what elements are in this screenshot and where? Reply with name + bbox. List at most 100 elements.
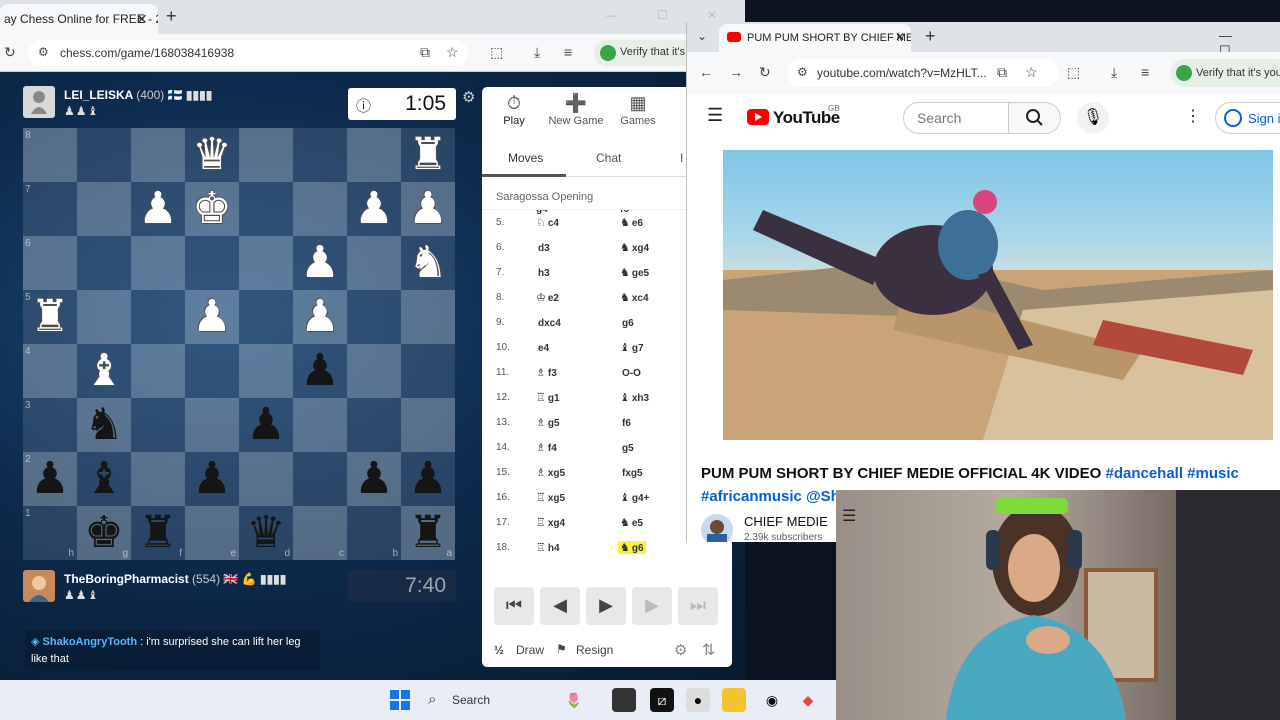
white-pawn-icon[interactable]: ♟ <box>300 295 339 339</box>
board-square[interactable] <box>77 128 131 182</box>
task-view-icon[interactable] <box>612 688 636 712</box>
white-pawn-icon[interactable]: ♟ <box>408 187 447 231</box>
microphone-icon[interactable]: 🎙 <box>1077 102 1109 134</box>
bottom-player-name[interactable]: TheBoringPharmacist (554) 🇬🇧 💪 ▮▮▮▮ <box>64 572 286 586</box>
white-rook-icon[interactable]: ♜ <box>408 133 447 177</box>
draw-button[interactable]: Draw <box>516 643 544 657</box>
reload-icon[interactable]: ↻ <box>4 44 16 61</box>
more-options-icon[interactable]: ⋮ <box>1185 106 1201 126</box>
board-square[interactable]: ♟ <box>401 452 455 506</box>
media-icon[interactable]: ≡ <box>564 44 572 60</box>
board-square[interactable] <box>185 236 239 290</box>
games-button[interactable]: ▦ Games <box>608 87 668 135</box>
board-square[interactable]: ♟ <box>293 344 347 398</box>
board-square[interactable] <box>347 290 401 344</box>
previous-move-button[interactable]: ◀ <box>540 587 580 625</box>
white-knight-icon[interactable]: ♞ <box>408 241 447 285</box>
board-square[interactable]: 3 <box>23 398 77 452</box>
play-button[interactable]: ⏱ Play <box>484 87 544 135</box>
black-move[interactable]: ♞ e6 <box>618 216 645 229</box>
black-bishop-icon[interactable]: ♝ <box>84 457 123 501</box>
board-square[interactable] <box>293 128 347 182</box>
board-square[interactable]: ♟ <box>293 236 347 290</box>
white-move[interactable]: e4 <box>536 341 549 354</box>
first-move-button[interactable]: ⏮ <box>494 587 534 625</box>
white-move[interactable]: ♗ xg5 <box>536 466 565 479</box>
board-square[interactable] <box>131 398 185 452</box>
black-move[interactable]: fxg5 <box>618 466 645 479</box>
board-square[interactable] <box>239 344 293 398</box>
extensions-icon[interactable]: ⬚ <box>490 44 503 61</box>
white-pawn-icon[interactable]: ♟ <box>138 187 177 231</box>
board-square[interactable] <box>131 344 185 398</box>
white-move[interactable]: ♖ h4 <box>536 541 560 554</box>
black-knight-icon[interactable]: ♞ <box>84 403 123 447</box>
board-square[interactable] <box>347 128 401 182</box>
board-square[interactable] <box>239 452 293 506</box>
white-move[interactable]: ♖ xg5 <box>536 491 565 504</box>
board-square[interactable]: ♞ <box>401 236 455 290</box>
play-moves-button[interactable]: ▶ <box>586 587 626 625</box>
youtube-tab[interactable]: PUM PUM SHORT BY CHIEF ME ✕ <box>719 24 911 52</box>
download-icon[interactable]: ⤓ <box>1111 64 1117 81</box>
video-player[interactable] <box>723 150 1273 440</box>
white-move[interactable]: ♗ f3 <box>536 366 557 379</box>
bookmark-star-icon[interactable]: ☆ <box>1025 64 1038 81</box>
black-pawn-icon[interactable]: ♟ <box>246 403 285 447</box>
next-move-button[interactable]: ▶ <box>632 587 672 625</box>
bookmark-star-icon[interactable]: ☆ <box>446 44 459 61</box>
bottom-player-avatar[interactable] <box>23 570 55 602</box>
black-rook-icon[interactable]: ♜ <box>138 511 177 555</box>
tab-moves[interactable]: Moves <box>508 151 543 165</box>
tab-info[interactable]: I <box>680 151 683 165</box>
hashtag-link[interactable]: #dancehall #music <box>1105 465 1238 482</box>
black-move[interactable]: g5 <box>618 441 636 454</box>
menu-icon[interactable]: ☰ <box>707 105 723 126</box>
window-controls[interactable]: — ☐ ✕ <box>606 8 735 22</box>
board-square[interactable]: ♝ <box>77 452 131 506</box>
board-square[interactable] <box>131 290 185 344</box>
analysis-icon[interactable]: ⚙ <box>674 641 687 659</box>
brave-icon[interactable]: ◆ <box>796 688 820 712</box>
board-square[interactable]: ♚ <box>185 182 239 236</box>
search-button[interactable] <box>1009 102 1061 134</box>
back-icon[interactable]: ← <box>699 64 713 80</box>
black-pawn-icon[interactable]: ♟ <box>300 349 339 393</box>
black-move[interactable]: ♝ xh3 <box>618 391 651 404</box>
board-square[interactable]: ♟ <box>131 182 185 236</box>
board-square[interactable]: ♟ <box>185 452 239 506</box>
board-square[interactable]: 7 <box>23 182 77 236</box>
board-square[interactable]: ♟ <box>239 398 293 452</box>
install-icon[interactable]: ⧉ <box>997 64 1007 81</box>
new-tab-icon[interactable]: + <box>925 26 936 47</box>
white-move[interactable]: ♖ g1 <box>536 391 560 404</box>
channel-avatar[interactable] <box>701 514 733 542</box>
reload-icon[interactable]: ↻ <box>759 64 771 81</box>
white-king-icon[interactable]: ♚ <box>192 187 231 231</box>
board-square[interactable]: ♟ <box>401 182 455 236</box>
board-square[interactable]: 2 ♟ <box>23 452 77 506</box>
black-rook-icon[interactable]: ♜ <box>408 511 447 555</box>
download-icon[interactable]: ⤓ <box>534 44 540 61</box>
white-move[interactable]: h3 <box>536 266 550 279</box>
board-square[interactable] <box>131 128 185 182</box>
black-move[interactable]: g6 <box>618 316 636 329</box>
black-queen-icon[interactable]: ♛ <box>246 511 285 555</box>
board-square[interactable] <box>131 452 185 506</box>
board-square[interactable] <box>293 452 347 506</box>
verify-button[interactable]: Verify that it's you <box>1170 59 1280 87</box>
white-pawn-icon[interactable]: ♟ <box>192 295 231 339</box>
board-square[interactable]: 6 <box>23 236 77 290</box>
board-square[interactable]: 1h <box>23 506 77 560</box>
black-move[interactable]: ♞ ge5 <box>618 266 651 279</box>
obs-icon[interactable]: ● <box>686 688 710 712</box>
url-field[interactable]: ⚙ chess.com/game/168038416938 ⧉ ☆ <box>28 40 468 66</box>
new-game-button[interactable]: ➕ New Game <box>546 87 606 135</box>
board-square[interactable] <box>293 182 347 236</box>
chess-board[interactable]: 8 ♛ ♜ 7 ♟ ♚ ♟ ♟ 6 ♟ ♞ 5 ♜ ♟ ♟ 4 ♝ ♟ 3 ♞ ♟ 2 ♟ ♝ ♟ ♟ ♟ 1 h g ♚ f ♜ e d ♛ c b a ♜ <box>23 128 455 560</box>
site-settings-icon[interactable]: ⚙ <box>797 65 808 79</box>
board-square[interactable]: ♝ <box>77 344 131 398</box>
flip-board-icon[interactable]: ⇅ <box>702 640 715 660</box>
top-player-name[interactable]: LEI_LEISKA (400) 🇫🇮 ▮▮▮▮ <box>64 88 212 102</box>
board-square[interactable] <box>239 128 293 182</box>
